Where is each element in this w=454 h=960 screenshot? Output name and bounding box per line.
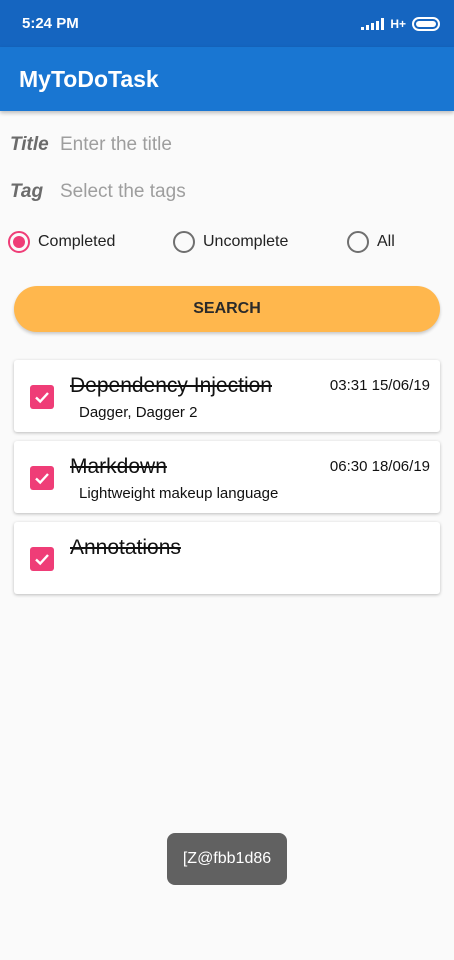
radio-unchecked-icon <box>347 231 369 253</box>
task-title: Markdown <box>70 455 167 478</box>
filter-uncomplete-radio[interactable]: Uncomplete <box>173 231 288 253</box>
battery-icon <box>412 16 440 31</box>
toast-message: [Z@fbb1d86 <box>167 833 287 885</box>
task-card[interactable]: Dependency Injection 03:31 15/06/19 Dagg… <box>14 360 440 432</box>
tag-label: Tag <box>10 181 44 202</box>
network-type: H+ <box>390 16 406 31</box>
filter-uncomplete-label: Uncomplete <box>203 233 289 250</box>
task-date: 06:30 18/06/19 <box>329 458 430 475</box>
task-date: 03:31 15/06/19 <box>329 377 430 394</box>
title-field-row: Title <box>10 130 420 160</box>
check-icon <box>35 392 49 404</box>
task-card[interactable]: Annotations <box>14 522 440 594</box>
task-checkbox[interactable] <box>30 547 54 571</box>
signal-icon <box>361 17 385 30</box>
status-bar: 5:24 PM H+ <box>0 0 454 47</box>
tag-input[interactable] <box>60 181 420 203</box>
task-tags: Lightweight makeup language <box>79 485 279 502</box>
status-icons: H+ <box>361 16 440 31</box>
filter-all-radio[interactable]: All <box>347 231 395 253</box>
search-button[interactable]: SEARCH <box>14 286 440 332</box>
title-input[interactable] <box>60 134 420 156</box>
task-title: Annotations <box>70 536 181 559</box>
radio-unchecked-icon <box>173 231 195 253</box>
status-filter-group: Completed Uncomplete All <box>8 231 448 255</box>
status-time: 5:24 PM <box>22 15 79 32</box>
task-checkbox[interactable] <box>30 466 54 490</box>
filter-completed-radio[interactable]: Completed <box>8 231 115 253</box>
filter-all-label: All <box>377 233 395 250</box>
task-title: Dependency Injection <box>70 374 272 397</box>
check-icon <box>35 554 49 566</box>
filter-completed-label: Completed <box>38 233 116 250</box>
app-title: MyToDoTask <box>19 65 159 92</box>
tag-field-row: Tag <box>10 177 420 207</box>
task-checkbox[interactable] <box>30 385 54 409</box>
task-tags: Dagger, Dagger 2 <box>79 404 198 421</box>
check-icon <box>35 473 49 485</box>
app-bar: MyToDoTask <box>0 47 454 111</box>
title-label: Title <box>10 134 49 155</box>
radio-checked-icon <box>8 231 30 253</box>
task-card[interactable]: Markdown 06:30 18/06/19 Lightweight make… <box>14 441 440 513</box>
